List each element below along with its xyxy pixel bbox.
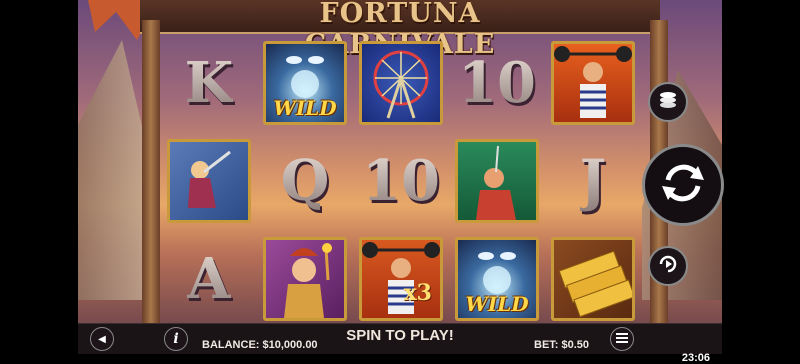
menu-button[interactable] (610, 327, 634, 351)
autoplay-button[interactable] (648, 246, 688, 286)
frame-pillar-left (142, 20, 160, 335)
coins-button[interactable] (648, 82, 688, 122)
symbol-10: 10 (362, 148, 440, 214)
symbol-fortune-teller-wild: WILD (261, 39, 349, 127)
symbol-ferris-wheel (357, 39, 445, 127)
symbol-q: Q (280, 148, 330, 214)
coins-icon (657, 89, 679, 116)
wild-label: WILD (273, 96, 337, 120)
autoplay-icon (657, 253, 679, 280)
right-letterbox (722, 0, 800, 363)
symbol-aerialist (165, 137, 253, 225)
balance-display: BALANCE: $10,000.00 (202, 339, 318, 351)
symbol-a: A (187, 246, 231, 312)
symbol-k: K (184, 50, 234, 116)
symbol-10: 10 (458, 50, 536, 116)
symbol-sword-swallower (453, 137, 541, 225)
bottom-bar: SPIN TO PLAY! ◀ i BALANCE: $10,000.00 BE… (78, 323, 722, 354)
info-button[interactable]: i (164, 327, 188, 351)
clock: 23:06 (681, 352, 710, 364)
menu-icon (616, 330, 628, 348)
spin-icon (660, 160, 706, 211)
symbol-tickets (549, 235, 637, 323)
wild-label: WILD (465, 292, 529, 316)
sound-icon: ◀ (98, 333, 106, 345)
info-icon: i (173, 331, 179, 347)
symbol-fortune-teller-wild: WILD (453, 235, 541, 323)
bet-display: BET: $0.50 (534, 339, 590, 351)
symbol-strongman (549, 39, 637, 127)
symbol-fire-eater (261, 235, 349, 323)
reel-grid: K A WILD Q 10 x3 10 WILD J (165, 39, 643, 325)
symbol-strongman-x3: x3 (357, 235, 445, 323)
symbol-j: J (579, 148, 607, 214)
left-letterbox (0, 0, 78, 363)
sound-button[interactable]: ◀ (90, 327, 114, 351)
multiplier-label: x3 (403, 280, 432, 306)
spin-button[interactable] (642, 144, 724, 226)
